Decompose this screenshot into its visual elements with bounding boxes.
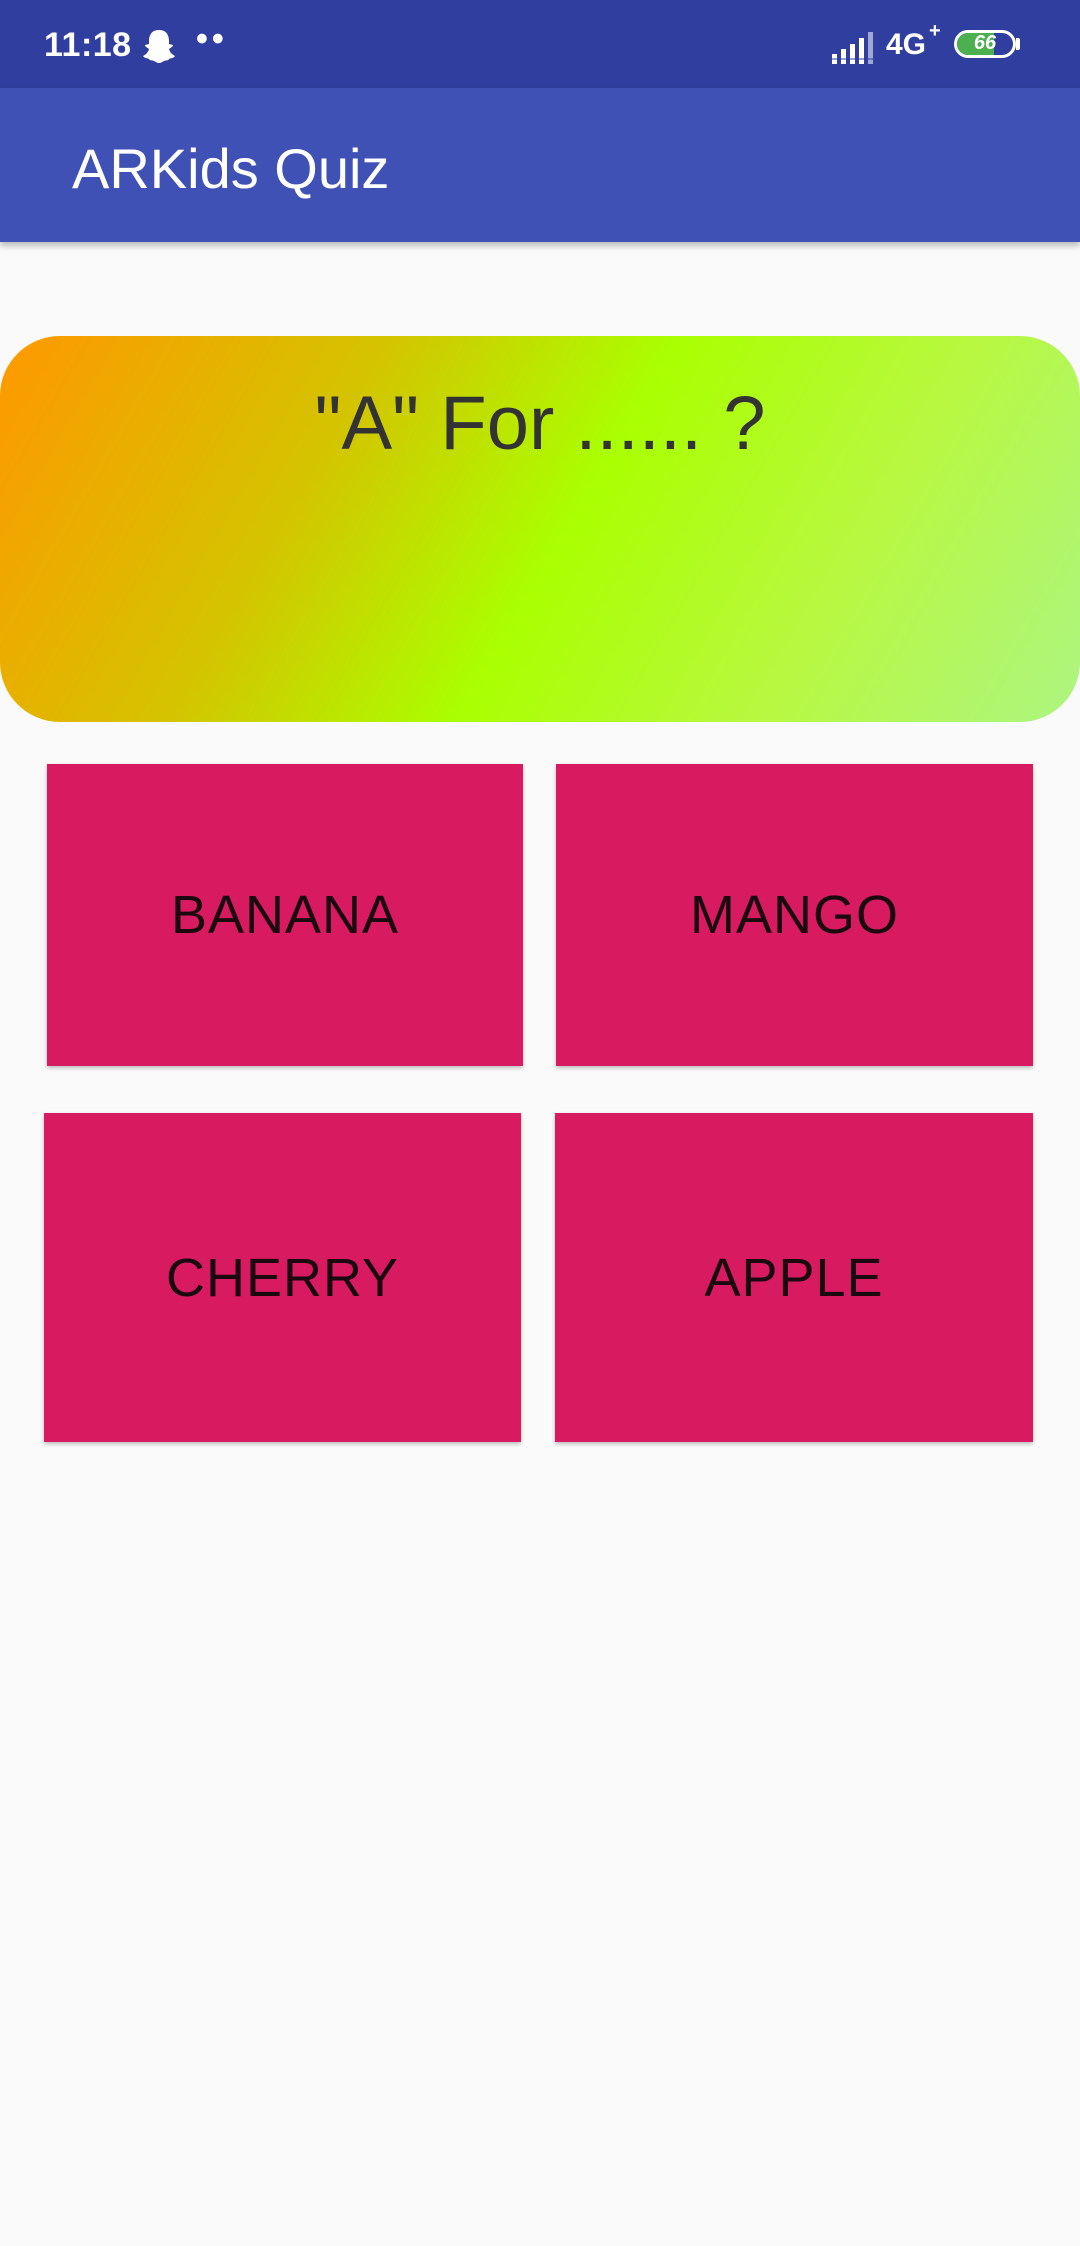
battery-tip (1016, 38, 1020, 50)
network-plus-icon: + (929, 20, 941, 42)
question-card: "A" For ...... ? (0, 336, 1080, 722)
status-bar: 11:18 •• 4G + 66 (0, 0, 1080, 88)
answer-button-cherry[interactable]: CHERRY (44, 1113, 521, 1442)
status-time: 11:18 (44, 26, 132, 64)
battery-icon: 66 (954, 30, 1016, 58)
snapchat-ghost-icon (143, 30, 175, 63)
question-text: "A" For ...... ? (314, 381, 766, 466)
answer-button-banana[interactable]: BANANA (47, 764, 523, 1066)
network-type-label: 4G (886, 28, 927, 61)
app-title: ARKids Quiz (72, 137, 390, 200)
more-dots-icon: •• (196, 20, 228, 58)
app-bar: ARKids Quiz (0, 88, 1080, 242)
answer-button-mango[interactable]: MANGO (556, 764, 1033, 1066)
battery-level-text: 66 (973, 32, 997, 54)
answer-button-apple[interactable]: APPLE (555, 1113, 1033, 1442)
signal-strength-icon (832, 32, 873, 64)
